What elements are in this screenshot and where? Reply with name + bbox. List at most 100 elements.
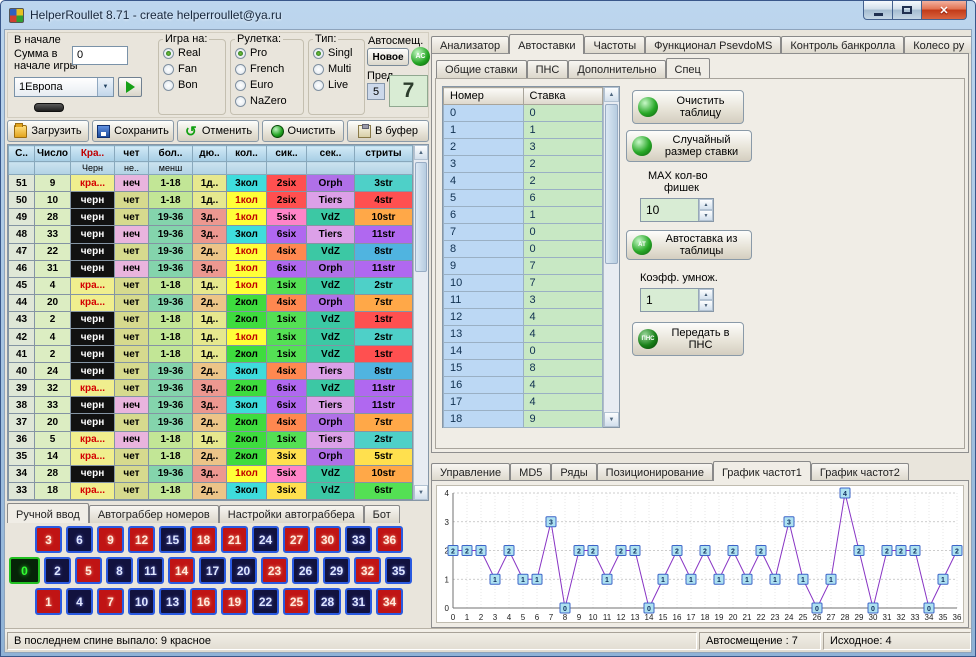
board-number-35[interactable]: 35: [385, 557, 412, 584]
board-number-7[interactable]: 7: [97, 588, 124, 615]
spin-up-icon[interactable]: ▲: [699, 199, 713, 210]
board-number-2[interactable]: 2: [44, 557, 71, 584]
spinner-buttons[interactable]: ▲▼: [698, 289, 713, 311]
history-col-header[interactable]: бол..: [149, 146, 193, 162]
history-row[interactable]: 3318кра...чет1-182д..3кол3sixVdZ6str: [9, 482, 413, 499]
load-button[interactable]: Загрузить: [7, 120, 89, 142]
board-number-0[interactable]: 0: [9, 557, 40, 584]
history-col-header[interactable]: сек..: [307, 146, 355, 162]
spin-down-icon[interactable]: ▼: [699, 300, 713, 311]
history-row[interactable]: 3720чернчет19-362д..2кол4sixOrph7str: [9, 414, 413, 431]
input-tab-0[interactable]: Ручной ввод: [7, 503, 89, 523]
board-number-15[interactable]: 15: [159, 526, 186, 553]
bets-tab-1[interactable]: ПНС: [527, 60, 569, 78]
board-number-29[interactable]: 29: [323, 557, 350, 584]
bet-row[interactable]: 189: [444, 411, 603, 428]
autobet-from-table-button[interactable]: АТ Автоставка из таблицы: [626, 230, 752, 260]
bet-row[interactable]: 11: [444, 122, 603, 139]
history-row[interactable]: 5010чернчет1-181д..1кол2sixTiers4str: [9, 192, 413, 209]
board-number-5[interactable]: 5: [75, 557, 102, 584]
minimize-button[interactable]: [863, 1, 893, 20]
board-number-31[interactable]: 31: [345, 588, 372, 615]
history-row[interactable]: 4833черннеч19-363д..3кол6sixTiers11str: [9, 226, 413, 243]
board-number-3[interactable]: 3: [35, 526, 62, 553]
clear-table-button[interactable]: Очистить таблицу: [632, 90, 744, 124]
bets-tab-3[interactable]: Спец: [666, 58, 710, 78]
board-number-9[interactable]: 9: [97, 526, 124, 553]
bet-col-header[interactable]: Номер: [444, 88, 524, 105]
scroll-thumb[interactable]: [415, 162, 427, 272]
board-number-13[interactable]: 13: [159, 588, 186, 615]
board-number-1[interactable]: 1: [35, 588, 62, 615]
board-number-30[interactable]: 30: [314, 526, 341, 553]
radio-dot-icon[interactable]: [235, 64, 246, 75]
bet-row[interactable]: 80: [444, 241, 603, 258]
history-col-header[interactable]: С..: [9, 146, 35, 162]
radio-dot-icon[interactable]: [313, 80, 324, 91]
bet-row[interactable]: 00: [444, 105, 603, 122]
history-col-header[interactable]: чет: [115, 146, 149, 162]
board-number-24[interactable]: 24: [252, 526, 279, 553]
bets-tab-0[interactable]: Общие ставки: [436, 60, 527, 78]
scroll-down-button[interactable]: ▼: [604, 412, 619, 427]
board-number-33[interactable]: 33: [345, 526, 372, 553]
bet-row[interactable]: 113: [444, 292, 603, 309]
board-number-21[interactable]: 21: [221, 526, 248, 553]
radio-singl[interactable]: Singl: [313, 45, 360, 61]
spin-up-icon[interactable]: ▲: [699, 289, 713, 300]
board-number-14[interactable]: 14: [168, 557, 195, 584]
radio-nazero[interactable]: NaZero: [235, 93, 299, 109]
board-number-10[interactable]: 10: [128, 588, 155, 615]
board-number-8[interactable]: 8: [106, 557, 133, 584]
board-number-27[interactable]: 27: [283, 526, 310, 553]
board-number-11[interactable]: 11: [137, 557, 164, 584]
board-number-6[interactable]: 6: [66, 526, 93, 553]
board-number-16[interactable]: 16: [190, 588, 217, 615]
history-row[interactable]: 4722чернчет19-362д..1кол4sixVdZ8str: [9, 243, 413, 260]
history-row[interactable]: 4631черннеч19-363д..1кол6sixOrph11str: [9, 260, 413, 277]
radio-real[interactable]: Real: [163, 45, 221, 61]
chart-tab-1[interactable]: MD5: [510, 463, 551, 481]
scroll-track[interactable]: [604, 102, 619, 412]
radio-dot-icon[interactable]: [235, 48, 246, 59]
radio-dot-icon[interactable]: [313, 64, 324, 75]
radio-dot-icon[interactable]: [163, 64, 174, 75]
multiplier-input[interactable]: 1 ▲▼: [640, 288, 714, 312]
scroll-track[interactable]: [414, 160, 428, 485]
board-number-28[interactable]: 28: [314, 588, 341, 615]
bet-row[interactable]: 32: [444, 156, 603, 173]
send-to-pns-button[interactable]: ПНС Передать в ПНС: [632, 322, 744, 356]
history-scrollbar[interactable]: ▲ ▼: [413, 145, 428, 500]
radio-dot-icon[interactable]: [235, 80, 246, 91]
bet-row[interactable]: 97: [444, 258, 603, 275]
history-col-header[interactable]: стриты: [355, 146, 413, 162]
bet-row[interactable]: 140: [444, 343, 603, 360]
main-tab-5[interactable]: Колесо ру: [904, 36, 971, 54]
board-number-22[interactable]: 22: [252, 588, 279, 615]
bet-row[interactable]: 107: [444, 275, 603, 292]
board-number-18[interactable]: 18: [190, 526, 217, 553]
board-number-19[interactable]: 19: [221, 588, 248, 615]
autoshift-icon[interactable]: АС: [411, 47, 430, 66]
scroll-up-button[interactable]: ▲: [604, 87, 619, 102]
radio-live[interactable]: Live: [313, 77, 360, 93]
start-sum-input[interactable]: 0: [72, 46, 128, 65]
bet-row[interactable]: 56: [444, 190, 603, 207]
board-number-36[interactable]: 36: [376, 526, 403, 553]
radio-multi[interactable]: Multi: [313, 61, 360, 77]
bet-row[interactable]: 70: [444, 224, 603, 241]
board-number-25[interactable]: 25: [283, 588, 310, 615]
history-col-header[interactable]: Кра..: [71, 146, 115, 162]
history-row[interactable]: 454кра...чет1-181д..1кол1sixVdZ2str: [9, 277, 413, 294]
radio-euro[interactable]: Euro: [235, 77, 299, 93]
game-select[interactable]: 1Европа ▼: [14, 77, 114, 97]
history-col-header[interactable]: сик..: [267, 146, 307, 162]
history-row[interactable]: 4024чернчет19-362д..3кол4sixTiers8str: [9, 363, 413, 380]
radio-french[interactable]: French: [235, 61, 299, 77]
history-row[interactable]: 3514кра...чет1-182д..2кол3sixOrph5str: [9, 448, 413, 465]
main-tab-0[interactable]: Анализатор: [431, 36, 509, 54]
start-button[interactable]: [118, 77, 142, 97]
board-number-20[interactable]: 20: [230, 557, 257, 584]
history-row[interactable]: 519кра...неч1-181д..3кол2sixOrph3str: [9, 175, 413, 192]
history-row[interactable]: 3932кра...чет19-363д..2кол6sixVdZ11str: [9, 380, 413, 397]
